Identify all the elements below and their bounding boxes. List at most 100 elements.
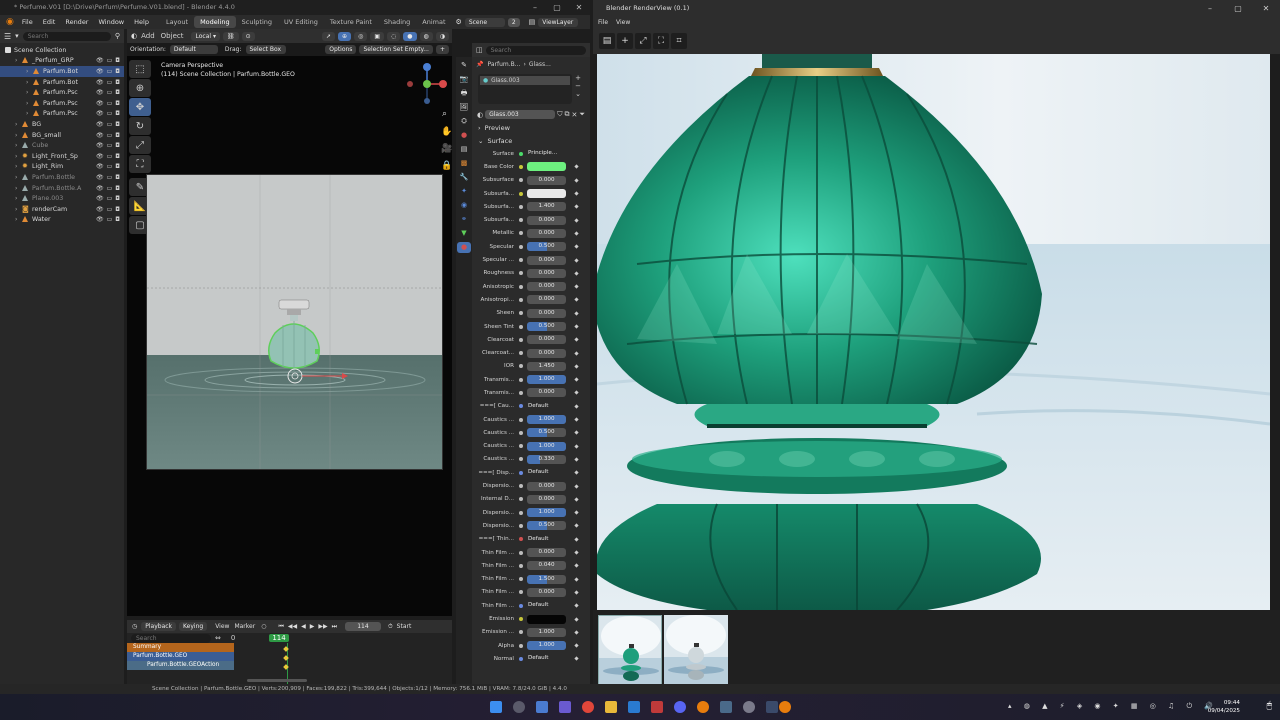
vscode-icon[interactable] bbox=[628, 701, 640, 713]
number-slider[interactable]: 0.500 bbox=[527, 521, 566, 531]
preview-section-header[interactable]: › Preview bbox=[472, 121, 590, 134]
outliner-item[interactable]: › Parfum.Bot 👁 ▭ ◘ bbox=[0, 66, 124, 77]
number-slider[interactable]: 1.000 bbox=[527, 375, 566, 385]
timeline-editor-icon[interactable]: ◷ bbox=[132, 623, 137, 630]
input-socket[interactable] bbox=[519, 617, 523, 622]
render-visibility-icon[interactable]: ◘ bbox=[115, 68, 120, 75]
proportional-icon[interactable]: ⊙ bbox=[241, 31, 255, 41]
clock-icon[interactable]: ⏱ bbox=[388, 623, 393, 631]
material-filter-icon[interactable]: ⏷ bbox=[579, 110, 585, 119]
color-swatch[interactable] bbox=[527, 162, 566, 172]
physics-tab-icon[interactable]: ◉ bbox=[457, 200, 471, 211]
tab-sculpting[interactable]: Sculpting bbox=[236, 16, 278, 28]
eye-icon[interactable]: 👁 bbox=[96, 79, 104, 86]
input-socket[interactable] bbox=[519, 417, 523, 422]
swap-icon[interactable]: ⇔ bbox=[215, 634, 221, 642]
input-socket[interactable] bbox=[519, 164, 523, 169]
color-swatch[interactable] bbox=[527, 189, 566, 199]
jump-end-icon[interactable]: ⏭ bbox=[332, 623, 337, 631]
tab-modeling[interactable]: Modeling bbox=[194, 16, 236, 28]
keyframe-icon[interactable] bbox=[574, 430, 579, 435]
render-visibility-icon[interactable]: ◘ bbox=[115, 185, 120, 192]
close-icon[interactable]: ✕ bbox=[568, 0, 590, 15]
material-browse-icon[interactable]: ◐ bbox=[477, 111, 483, 119]
outliner-item[interactable]: › BG_small 👁 ▭ ◘ bbox=[0, 130, 124, 141]
playback-menu[interactable]: Playback bbox=[141, 622, 177, 631]
keyframe-icon[interactable] bbox=[574, 483, 579, 489]
expand-arrow-icon[interactable]: › bbox=[15, 132, 22, 139]
input-socket[interactable] bbox=[519, 244, 523, 249]
rv-maximize-icon[interactable]: ▢ bbox=[1224, 0, 1252, 17]
eye-icon[interactable]: 👁 bbox=[96, 121, 104, 128]
expand-arrow-icon[interactable]: › bbox=[26, 79, 33, 86]
input-socket[interactable] bbox=[519, 444, 523, 449]
keyframe-icon[interactable] bbox=[574, 590, 579, 595]
render-tab-icon[interactable]: 📷 bbox=[457, 74, 471, 85]
view-layer-icon[interactable]: ▤ bbox=[529, 18, 536, 26]
select-tool-icon[interactable]: ⬚ bbox=[129, 60, 151, 78]
outliner-item[interactable]: › Parfum.Psc 👁 ▭ ◘ bbox=[0, 87, 124, 98]
keyframe-icon[interactable] bbox=[574, 324, 579, 329]
keyframe-icon[interactable] bbox=[574, 577, 579, 582]
keyframe-icon[interactable] bbox=[574, 444, 579, 449]
visibility-toggles[interactable]: 👁 ▭ ◘ bbox=[96, 216, 120, 223]
keyframe-icon[interactable] bbox=[574, 550, 579, 555]
input-socket[interactable] bbox=[519, 603, 523, 608]
number-slider[interactable]: 0.000 bbox=[527, 587, 566, 597]
link-field[interactable]: Default bbox=[527, 535, 566, 544]
outliner-item[interactable]: › BG 👁 ▭ ◘ bbox=[0, 119, 124, 130]
number-slider[interactable]: 0.500 bbox=[527, 428, 566, 438]
outliner-item[interactable]: › ✹ Light_Rim 👁 ▭ ◘ bbox=[0, 162, 124, 173]
next-key-icon[interactable]: ▶▶ bbox=[318, 623, 327, 630]
viewport-visibility-icon[interactable]: ▭ bbox=[107, 185, 113, 192]
number-slider[interactable]: 1.000 bbox=[527, 641, 566, 651]
input-socket[interactable] bbox=[519, 537, 523, 542]
shading-material-icon[interactable]: ◍ bbox=[419, 31, 433, 41]
eye-icon[interactable]: 👁 bbox=[96, 89, 104, 96]
surface-shader-field[interactable]: Principle... bbox=[527, 149, 566, 158]
keyframe-icon[interactable] bbox=[574, 470, 579, 475]
link-field[interactable]: Default bbox=[527, 402, 566, 411]
number-slider[interactable]: 1.450 bbox=[527, 361, 566, 371]
keyframe-icon[interactable] bbox=[574, 164, 579, 170]
shading-solid-icon[interactable]: ● bbox=[403, 31, 417, 41]
timeline-scrollbar[interactable] bbox=[247, 679, 307, 682]
add-slot-icon[interactable]: + bbox=[575, 74, 581, 82]
calculator-icon[interactable] bbox=[720, 701, 732, 713]
outliner-item[interactable]: › Parfum.Bottle 👁 ▭ ◘ bbox=[0, 172, 124, 183]
outliner-item[interactable]: › Parfum.Psc 👁 ▭ ◘ bbox=[0, 109, 124, 120]
scene-selector[interactable]: Scene bbox=[464, 17, 505, 27]
keyframe-icon[interactable] bbox=[574, 297, 579, 303]
number-slider[interactable]: 0.500 bbox=[527, 242, 566, 252]
particles-tab-icon[interactable]: ✦ bbox=[457, 186, 471, 197]
playhead-frame[interactable]: 114 bbox=[269, 634, 289, 642]
visibility-toggles[interactable]: 👁 ▭ ◘ bbox=[96, 79, 120, 86]
menu-render[interactable]: Render bbox=[60, 18, 93, 26]
prev-key-icon[interactable]: ◀◀ bbox=[288, 623, 297, 630]
rv-menu-file[interactable]: File bbox=[598, 19, 608, 26]
number-slider[interactable]: 0.000 bbox=[527, 348, 566, 358]
keyframe-icon[interactable] bbox=[574, 204, 579, 209]
expand-arrow-icon[interactable]: › bbox=[15, 153, 22, 160]
transform-tool-icon[interactable]: ⛶ bbox=[129, 155, 151, 173]
material-name-field[interactable]: Glass.003 bbox=[485, 110, 556, 119]
filter-icon[interactable]: ▾ bbox=[15, 32, 19, 40]
timeline-editor[interactable]: Search ⇔ 0 114 Summary Parfum.Bottle.GEO… bbox=[127, 633, 452, 684]
keyframe-icon[interactable] bbox=[574, 523, 579, 529]
input-socket[interactable] bbox=[519, 643, 523, 648]
render-visibility-icon[interactable]: ◘ bbox=[115, 216, 120, 223]
tray-icons[interactable]: ▴ ◍ ▲ ⚡ ◈ ◉ ✦ ▦ ◎ ♫ ⏻ 🔊 bbox=[1008, 702, 1218, 711]
duplicate-material-icon[interactable]: ⧉ bbox=[565, 110, 570, 119]
add-selection-set-button[interactable]: + bbox=[435, 45, 449, 54]
render-visibility-icon[interactable]: ◘ bbox=[115, 79, 120, 86]
input-socket[interactable] bbox=[519, 364, 523, 369]
blender-renderview-taskbar-icon[interactable] bbox=[779, 701, 791, 713]
keyframe-icon[interactable] bbox=[574, 537, 579, 542]
keying-menu[interactable]: Keying bbox=[179, 622, 208, 631]
options-dropdown[interactable]: Options bbox=[325, 45, 357, 54]
visibility-toggles[interactable]: 👁 ▭ ◘ bbox=[96, 174, 120, 181]
keyframe-icon[interactable] bbox=[574, 563, 579, 568]
jump-start-icon[interactable]: ⏮ bbox=[278, 623, 283, 631]
number-slider[interactable]: 0.330 bbox=[527, 454, 566, 464]
tab-shading[interactable]: Shading bbox=[378, 16, 416, 28]
